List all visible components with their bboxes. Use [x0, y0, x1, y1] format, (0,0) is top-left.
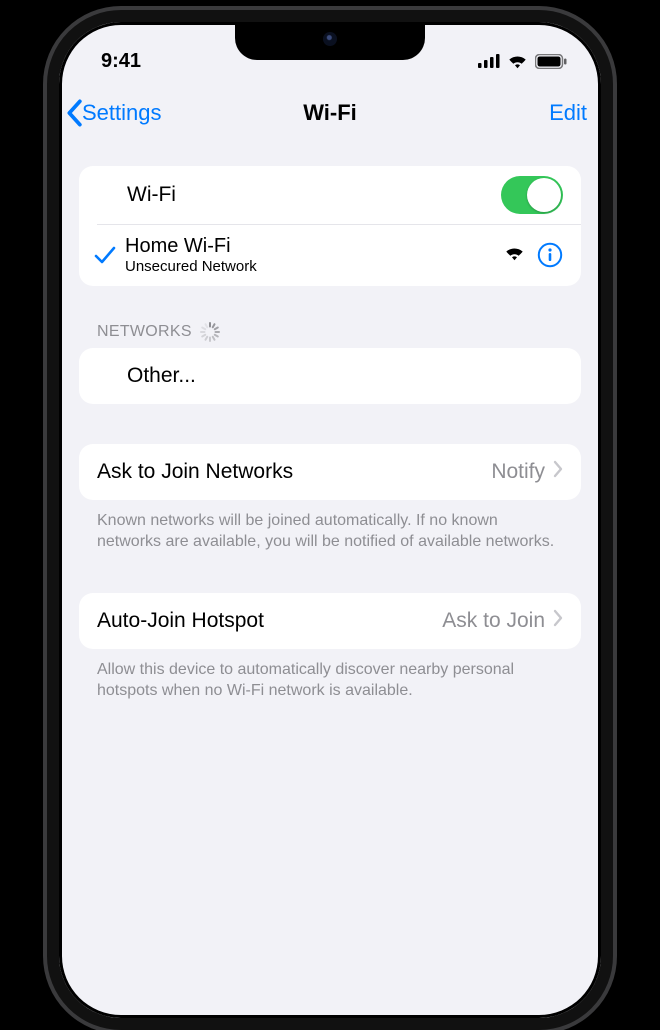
ask-join-row[interactable]: Ask to Join Networks Notify	[79, 444, 581, 500]
networks-group: Other...	[79, 348, 581, 404]
ask-join-value: Notify	[491, 460, 545, 484]
auto-hotspot-row[interactable]: Auto-Join Hotspot Ask to Join	[79, 593, 581, 649]
device-notch	[235, 18, 425, 60]
info-icon[interactable]	[537, 242, 563, 268]
battery-icon	[535, 54, 567, 69]
status-time: 9:41	[89, 50, 141, 73]
connected-network-name: Home Wi-Fi	[125, 235, 257, 258]
chevron-right-icon	[553, 609, 563, 632]
checkmark-icon	[91, 245, 119, 265]
ask-join-label: Ask to Join Networks	[97, 460, 293, 484]
other-label: Other...	[127, 364, 196, 388]
back-button[interactable]: Settings	[65, 99, 162, 127]
wifi-toggle[interactable]	[501, 176, 563, 214]
networks-header-text: NETWORKS	[97, 323, 192, 341]
nav-bar: Settings Wi-Fi Edit	[59, 86, 601, 140]
networks-section-header: NETWORKS	[97, 322, 581, 342]
wifi-group: Wi-Fi Home Wi-Fi Unsecured Network	[79, 166, 581, 286]
auto-hotspot-footer: Allow this device to automatically disco…	[97, 659, 563, 702]
ask-join-footer: Known networks will be joined automatica…	[97, 510, 563, 553]
wifi-toggle-row: Wi-Fi	[79, 166, 581, 224]
connected-network-subtitle: Unsecured Network	[125, 259, 257, 276]
wifi-toggle-label: Wi-Fi	[127, 183, 176, 207]
chevron-right-icon	[553, 460, 563, 483]
edit-button[interactable]: Edit	[549, 100, 587, 126]
auto-hotspot-group: Auto-Join Hotspot Ask to Join	[79, 593, 581, 649]
connected-network-row[interactable]: Home Wi-Fi Unsecured Network	[79, 225, 581, 286]
auto-hotspot-label: Auto-Join Hotspot	[97, 609, 264, 633]
wifi-icon	[507, 54, 528, 69]
cell-signal-icon	[478, 54, 500, 68]
chevron-left-icon	[65, 99, 83, 127]
spinner-icon	[200, 322, 220, 342]
ask-join-group: Ask to Join Networks Notify	[79, 444, 581, 500]
other-network-row[interactable]: Other...	[79, 348, 581, 404]
wifi-signal-icon	[504, 245, 525, 266]
back-label: Settings	[82, 100, 162, 126]
auto-hotspot-value: Ask to Join	[442, 609, 545, 633]
